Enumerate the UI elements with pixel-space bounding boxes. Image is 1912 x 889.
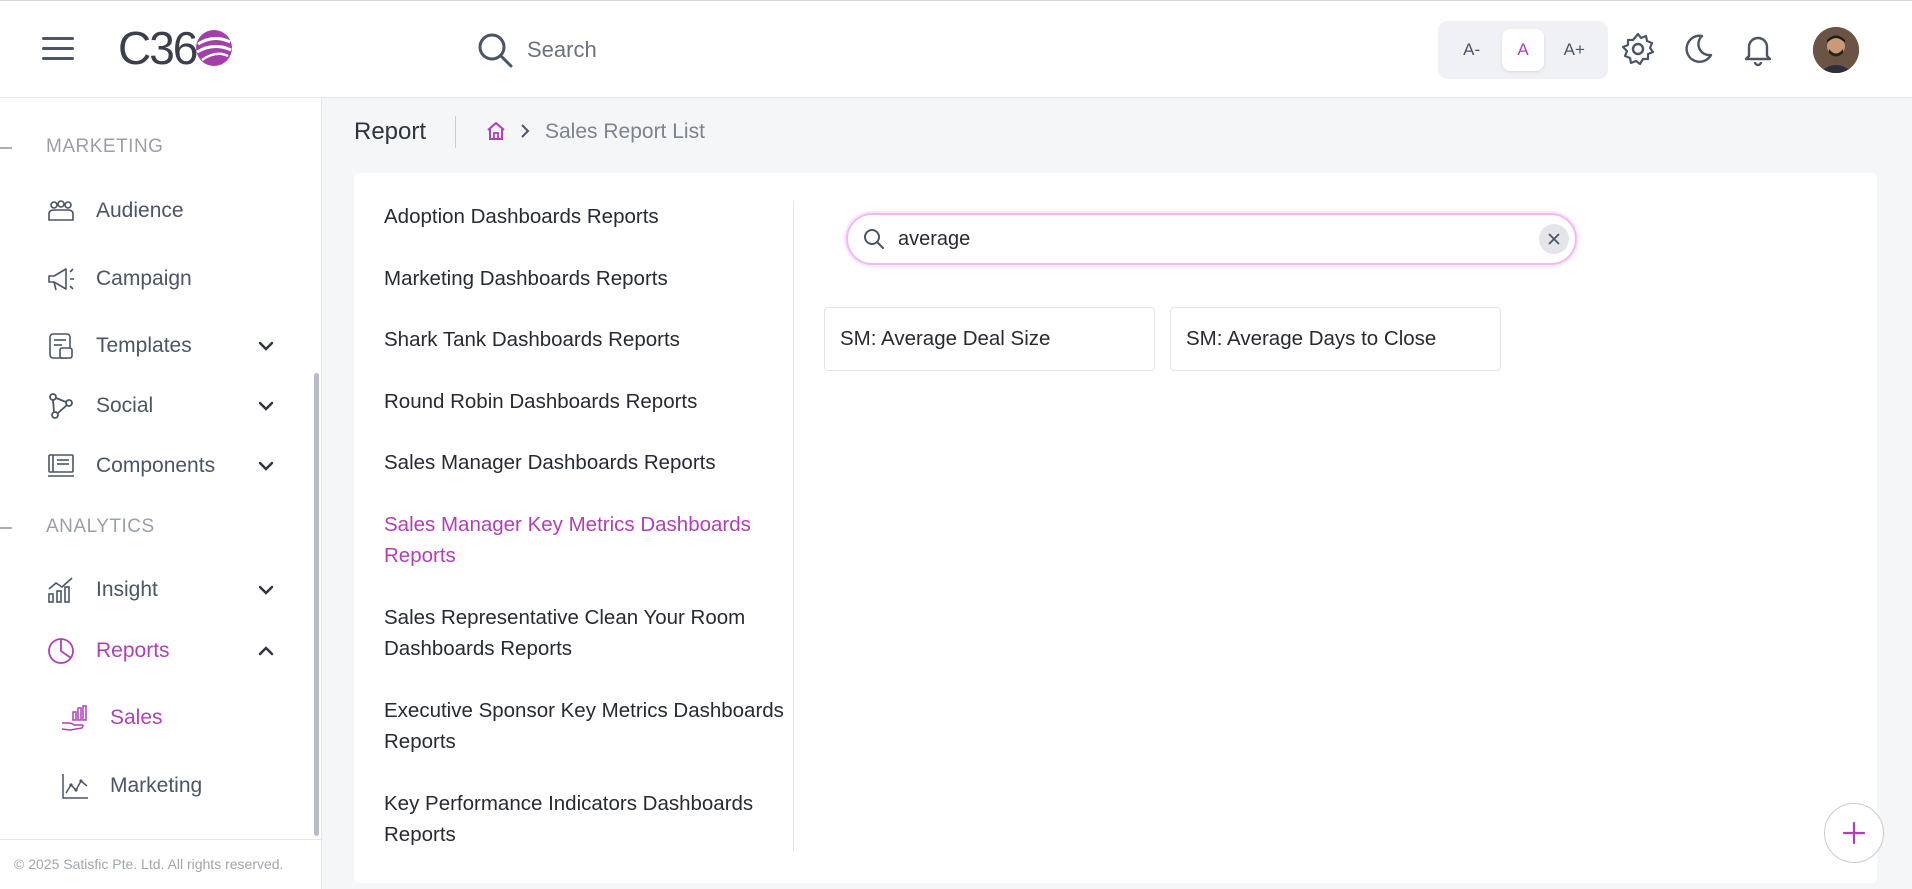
font-size-toggle: A- A A+ — [1438, 21, 1608, 79]
social-network-icon — [46, 391, 76, 421]
page-title: Report — [354, 118, 427, 145]
megaphone-icon — [46, 264, 76, 294]
audience-icon — [46, 196, 76, 226]
search-icon — [864, 229, 884, 249]
top-header: C36 A- A A+ — [0, 0, 1912, 98]
report-card: Adoption Dashboards Reports Marketing Da… — [354, 173, 1877, 883]
copyright-footer: © 2025 Satisfic Pte. Ltd. All rights res… — [0, 839, 321, 889]
sidebar-subitem-marketing[interactable]: Marketing — [60, 766, 202, 806]
clear-filter-button[interactable] — [1539, 224, 1569, 254]
report-category-item[interactable]: Key Performance Indicators Dashboards Re… — [384, 788, 784, 850]
sidebar-item-label: Social — [96, 394, 154, 417]
report-category-item[interactable]: Adoption Dashboards Reports — [384, 201, 784, 232]
logo-text: C36 — [118, 22, 198, 74]
templates-icon — [46, 331, 76, 361]
report-category-item[interactable]: Round Robin Dashboards Reports — [384, 386, 784, 417]
sidebar-item-campaign[interactable]: Campaign — [46, 259, 286, 299]
sidebar-item-audience[interactable]: Audience — [46, 191, 286, 231]
sidebar-item-label: Templates — [96, 334, 192, 357]
section-marker — [0, 147, 12, 149]
sidebar-section-marketing: MARKETING — [46, 136, 164, 157]
dark-mode-moon-icon[interactable] — [1680, 31, 1716, 67]
report-filter-input[interactable] — [898, 227, 1498, 251]
chevron-up-icon — [258, 646, 274, 656]
sidebar-item-label: Components — [96, 454, 216, 477]
report-result-tile[interactable]: SM: Average Deal Size — [824, 307, 1155, 371]
sidebar-section-analytics: ANALYTICS — [46, 516, 155, 537]
sidebar-subitem-label: Sales — [110, 706, 163, 729]
chevron-right-icon — [521, 124, 530, 138]
chevron-down-icon — [258, 401, 274, 411]
close-icon — [1548, 233, 1560, 245]
brand-logo[interactable]: C36 — [118, 22, 234, 74]
search-input[interactable] — [527, 37, 827, 63]
menu-icon[interactable] — [42, 37, 74, 61]
report-category-item[interactable]: Shark Tank Dashboards Reports — [384, 324, 784, 355]
chevron-down-icon — [258, 461, 274, 471]
sales-hand-icon — [61, 705, 87, 731]
report-result-tile[interactable]: SM: Average Days to Close — [1170, 307, 1501, 371]
font-decrease-button[interactable]: A- — [1451, 29, 1493, 71]
insight-chart-icon — [46, 575, 76, 605]
sidebar: MARKETING Audience Campaign Templates So… — [0, 98, 322, 889]
report-category-item[interactable]: Executive Sponsor Key Metrics Dashboards… — [384, 695, 784, 757]
sidebar-item-components[interactable]: Components — [46, 446, 286, 486]
chevron-down-icon — [258, 585, 274, 595]
global-search — [475, 29, 827, 71]
home-icon[interactable] — [485, 120, 507, 142]
plus-icon — [1842, 821, 1866, 845]
breadcrumb-current: Sales Report List — [545, 120, 705, 143]
sidebar-item-insight[interactable]: Insight — [46, 570, 286, 610]
search-icon — [478, 33, 513, 68]
bell-icon[interactable] — [1740, 31, 1776, 67]
chevron-down-icon — [258, 341, 274, 351]
user-avatar[interactable] — [1813, 27, 1859, 73]
sidebar-subitem-label: Marketing — [110, 774, 203, 797]
pie-chart-icon — [46, 636, 76, 666]
logo-globe-icon — [196, 30, 233, 66]
font-default-button[interactable]: A — [1501, 29, 1544, 71]
sidebar-item-label: Campaign — [96, 267, 192, 290]
report-filter — [846, 213, 1577, 265]
report-category-item-active[interactable]: Sales Manager Key Metrics Dashboards Rep… — [384, 509, 784, 571]
sidebar-item-reports[interactable]: Reports — [46, 631, 286, 671]
gear-icon[interactable] — [1620, 31, 1656, 67]
sidebar-item-label: Reports — [96, 639, 170, 662]
report-category-item[interactable]: Sales Manager Dashboards Reports — [384, 447, 784, 478]
title-divider — [455, 116, 456, 148]
line-chart-icon — [62, 774, 88, 799]
sidebar-item-social[interactable]: Social — [46, 386, 286, 426]
report-category-item[interactable]: Marketing Dashboards Reports — [384, 263, 784, 294]
section-marker — [0, 527, 12, 529]
list-divider — [793, 201, 794, 851]
sidebar-item-label: Insight — [96, 578, 158, 601]
sidebar-scrollbar[interactable] — [314, 373, 319, 836]
font-increase-button[interactable]: A+ — [1553, 29, 1595, 71]
sidebar-subitem-sales[interactable]: Sales — [60, 698, 163, 738]
sidebar-item-label: Audience — [96, 199, 184, 222]
report-category-item[interactable]: Sales Representative Clean Your Room Das… — [384, 602, 784, 664]
components-icon — [46, 451, 76, 481]
add-button[interactable] — [1824, 803, 1884, 863]
sidebar-item-templates[interactable]: Templates — [46, 326, 286, 366]
